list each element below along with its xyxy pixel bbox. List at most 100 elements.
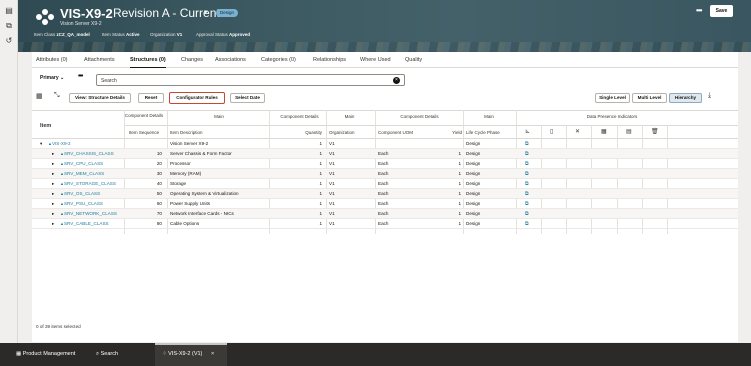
component-uom: Each: [378, 221, 389, 226]
component-uom: Each: [378, 211, 389, 216]
organization: V1: [329, 181, 335, 186]
layers-icon[interactable]: ⧉: [4, 21, 14, 31]
overflow-menu-icon[interactable]: •••: [78, 73, 83, 80]
item-link[interactable]: ▲VIS-X9-2: [48, 141, 71, 146]
table-row[interactable]: ▸ ▲SRV_OS_CLASS 50 Operating System & Virtu…: [32, 189, 738, 199]
group-main-2: Main: [344, 114, 355, 119]
grid-indicator-icon: ▦: [601, 129, 607, 135]
item-link[interactable]: ▲SRV_OS_CLASS: [60, 191, 100, 196]
history-icon[interactable]: ↺: [4, 36, 14, 46]
tab-attributes[interactable]: Attributes (0): [36, 57, 67, 63]
tab-attachments[interactable]: Attachments: [84, 57, 115, 63]
expand-row-icon[interactable]: ▸: [52, 151, 54, 157]
open-structure-icon[interactable]: ⧉: [525, 221, 529, 227]
open-structure-icon[interactable]: ⧉: [525, 191, 529, 197]
yield: 1: [458, 181, 461, 186]
tab-changes[interactable]: Changes: [181, 57, 203, 63]
item-header: VIS-X9-2 Vision Server X9-2 Revision A -…: [18, 0, 751, 52]
item-link[interactable]: ▲SRV_CABLE_CLASS: [60, 221, 109, 226]
expand-row-icon[interactable]: ▸: [52, 211, 54, 217]
group-component-details-3: Component Details: [400, 114, 439, 119]
table-row[interactable]: ▸ ▲SRV_CABLE_CLASS 80 Cable Options 1 V1 Each 1…: [32, 219, 738, 229]
expand-row-icon[interactable]: ▸: [52, 161, 54, 167]
table-row[interactable]: ▸ ▲SRV_STORAGE_CLASS 40 Storage 1 V1 Each 1 Desi…: [32, 179, 738, 189]
configurator-rules-button[interactable]: Configurator Rules: [169, 92, 225, 104]
item-sequence: 80: [156, 221, 162, 226]
tab-relationships[interactable]: Relationships: [313, 57, 346, 63]
open-structure-icon[interactable]: ⧉: [525, 171, 529, 177]
single-level-button[interactable]: Single Level: [595, 93, 630, 103]
yield: 1: [458, 191, 461, 196]
item-description: Memory (RAM): [170, 171, 202, 176]
tab-categories[interactable]: Categories (0): [261, 57, 296, 63]
open-structure-icon[interactable]: ⧉: [525, 141, 529, 147]
item-sequence: 60: [156, 201, 162, 206]
search-input[interactable]: Search ×: [96, 74, 405, 86]
col-item-sequence: Item Sequence: [128, 130, 160, 135]
download-icon[interactable]: ⤓: [708, 92, 711, 100]
left-rail: ▤ ⧉ ↺: [0, 0, 18, 343]
view-structure-details-button[interactable]: View: Structure Details: [69, 93, 131, 103]
expand-row-icon[interactable]: ▸: [52, 181, 54, 187]
item-subtitle: Vision Server X9-2: [60, 21, 102, 27]
clear-search-icon[interactable]: ×: [393, 77, 400, 84]
select-date-button[interactable]: Select Date: [230, 93, 265, 103]
col-item: Item: [40, 123, 52, 129]
component-uom: Each: [378, 181, 389, 186]
tab-where-used[interactable]: Where Used: [360, 57, 391, 63]
document-icon[interactable]: ▤: [4, 6, 14, 16]
expand-icon[interactable]: ⤡: [54, 92, 60, 100]
quantity: 1: [319, 161, 322, 166]
life-cycle-phase: Design: [466, 211, 481, 216]
tab-quality[interactable]: Quality: [405, 57, 422, 63]
tab-bar: Attributes (0) Attachments Structures (0…: [32, 52, 738, 68]
table-row[interactable]: ▸ ▲SRV_CPU_CLASS 20 Processor 1 V1 Each 1 Design…: [32, 159, 738, 169]
item-link[interactable]: ▲SRV_CHASSIS_CLASS: [60, 151, 114, 156]
hierarchy-button[interactable]: Hierarchy: [669, 93, 702, 103]
col-organization: Organization: [329, 130, 355, 135]
calendar-icon[interactable]: ▦: [36, 92, 43, 100]
table-row[interactable]: ▸ ▲SRV_MEM_CLASS 30 Memory (RAM) 1 V1 Each 1 Des…: [32, 169, 738, 179]
bottom-taskbar: ▦ Product Management ⌕ Search ⁘ VIS-X9-2…: [0, 343, 751, 366]
multi-level-button[interactable]: Multi Level: [632, 93, 667, 103]
meta-item-class: Item Class zCZ_QA_model: [34, 32, 90, 37]
expand-row-icon[interactable]: ▸: [52, 201, 54, 207]
item-link[interactable]: ▲SRV_CPU_CLASS: [60, 161, 103, 166]
open-structure-icon[interactable]: ⧉: [525, 201, 529, 207]
expand-row-icon[interactable]: ▸: [52, 171, 54, 177]
table-row[interactable]: ▸ ▲SRV_NETWORK_CLASS 70 Network Interface C…: [32, 209, 738, 219]
tab-structures[interactable]: Structures (0): [130, 57, 166, 68]
life-cycle-phase: Design: [466, 191, 481, 196]
open-structure-icon[interactable]: ⧉: [525, 161, 529, 167]
reset-button[interactable]: Reset: [138, 93, 164, 103]
item-link[interactable]: ▲SRV_MEM_CLASS: [60, 171, 104, 176]
product-management-link[interactable]: ▦ Product Management: [16, 351, 75, 357]
table-row[interactable]: ▾ ▲VIS-X9-2 Vision Server X9-2 1 V1 Design ⧉: [32, 139, 738, 149]
tab-associations[interactable]: Associations: [215, 57, 246, 63]
open-structure-icon[interactable]: ⧉: [525, 181, 529, 187]
active-task-label[interactable]: ⁘ VIS-X9-2 (V1): [162, 351, 202, 357]
yield: 1: [458, 211, 461, 216]
quantity: 1: [319, 171, 322, 176]
save-button[interactable]: Save: [710, 5, 733, 17]
close-icon[interactable]: ×: [211, 351, 214, 357]
search-task-link[interactable]: ⌕ Search: [96, 351, 118, 358]
chevron-down-icon[interactable]: ▾: [204, 8, 208, 16]
item-link[interactable]: ▲SRV_STORAGE_CLASS: [60, 181, 116, 186]
item-link[interactable]: ▲SRV_NETWORK_CLASS: [60, 211, 117, 216]
search-placeholder: Search: [101, 78, 117, 84]
expand-row-icon[interactable]: ▸: [52, 191, 54, 197]
group-component-details: Component Details: [124, 113, 164, 118]
open-structure-icon[interactable]: ⧉: [525, 211, 529, 217]
table-row[interactable]: ▸ ▲SRV_CHASSIS_CLASS 10 Server Chassis & Fo…: [32, 149, 738, 159]
open-structure-icon[interactable]: ⧉: [525, 151, 529, 157]
more-actions-icon[interactable]: •••: [696, 6, 702, 15]
item-link[interactable]: ▲SRV_PSU_CLASS: [60, 201, 103, 206]
expand-row-icon[interactable]: ▸: [52, 221, 54, 227]
table-row[interactable]: ▸ ▲SRV_PSU_CLASS 60 Power Supply Units 1 V1 Ea…: [32, 199, 738, 209]
life-cycle-phase: Design: [466, 151, 481, 156]
collapse-row-icon[interactable]: ▾: [40, 141, 42, 147]
quantity: 1: [319, 191, 322, 196]
structure-select[interactable]: Primary ⌄: [40, 75, 64, 81]
trash-indicator-icon: 🗑: [651, 129, 659, 135]
